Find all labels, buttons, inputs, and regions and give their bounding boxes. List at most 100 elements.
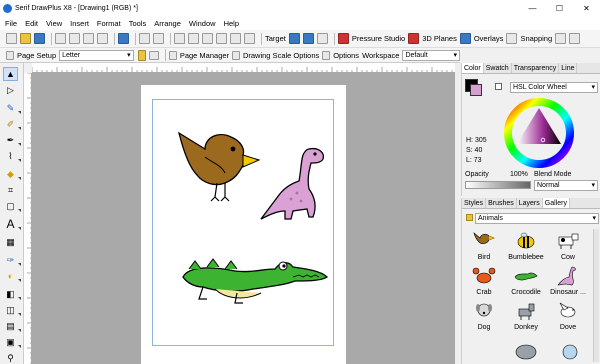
tab-gallery[interactable]: Gallery [542, 198, 570, 208]
snapping-icon[interactable] [506, 33, 518, 44]
open-folder-icon[interactable] [20, 33, 31, 44]
options-icon[interactable] [322, 50, 331, 60]
page-manager-icon[interactable] [168, 50, 177, 60]
shadow-tool-icon[interactable]: ▣ [3, 335, 21, 349]
vertical-ruler[interactable] [24, 73, 32, 364]
gallery-item-dove[interactable]: Dove [548, 301, 588, 331]
align-icon[interactable] [174, 33, 185, 44]
order-icon[interactable] [244, 33, 255, 44]
gallery-item-partial[interactable] [512, 338, 540, 362]
node-tool-icon[interactable]: ▷ [3, 83, 18, 97]
paste-icon[interactable] [83, 33, 94, 44]
tab-transparency[interactable]: Transparency [512, 63, 560, 73]
gallery-item-dog[interactable]: Dog [464, 301, 504, 331]
opacity-slider[interactable] [465, 181, 531, 189]
3d-planes-button[interactable]: 3D Planes [422, 34, 457, 43]
document-page[interactable] [141, 85, 346, 364]
pointer-tool-icon[interactable]: ▲ [3, 67, 18, 81]
close-button[interactable]: ✕ [573, 0, 600, 16]
target-option-icon[interactable] [316, 33, 328, 44]
gallery-item-crab[interactable]: Crab [464, 266, 504, 296]
menu-edit[interactable]: Edit [25, 19, 38, 28]
brush-tool-icon[interactable]: ✐ [3, 117, 21, 131]
tab-brushes[interactable]: Brushes [486, 198, 517, 208]
dinosaur-drawing[interactable] [257, 145, 329, 233]
page-setup-button[interactable]: Page Setup [17, 51, 56, 60]
drawing-scale-icon[interactable] [232, 50, 240, 60]
menu-help[interactable]: Help [224, 19, 239, 28]
menu-arrange[interactable]: Arrange [154, 19, 181, 28]
color-picker-tool-icon[interactable]: ✑ [3, 253, 21, 267]
gallery-item-cow[interactable]: Cow [548, 231, 588, 261]
undo-icon[interactable] [139, 33, 150, 44]
maximize-button[interactable]: ☐ [546, 0, 573, 16]
workspace-select[interactable]: Default [402, 49, 460, 61]
overlays-button[interactable]: Overlays [474, 34, 504, 43]
gallery-category-select[interactable]: Animals [475, 213, 599, 224]
drawing-canvas[interactable] [32, 73, 455, 364]
zoom-tool-icon[interactable]: ⚲ [3, 351, 18, 364]
fill-color-swatch[interactable] [470, 84, 482, 96]
arrange-icon[interactable] [216, 33, 227, 44]
transparency-tool-icon[interactable]: ◧ [3, 287, 21, 301]
tab-color[interactable]: Color [462, 63, 484, 73]
target-shape-icon[interactable] [302, 33, 314, 44]
menu-format[interactable]: Format [97, 19, 121, 28]
snapping-button[interactable]: Snapping [520, 34, 552, 43]
cut-icon[interactable] [55, 33, 66, 44]
new-document-icon[interactable] [6, 33, 17, 44]
text-tool-icon[interactable]: A [3, 217, 21, 231]
group-icon[interactable] [230, 33, 241, 44]
tab-line[interactable]: Line [559, 63, 578, 73]
gallery-scrollbar[interactable] [593, 229, 599, 362]
pen-tool-icon[interactable]: ✒ [3, 133, 21, 147]
portrait-icon[interactable] [137, 49, 146, 61]
crop-tool-icon[interactable]: ⌗ [3, 183, 18, 197]
envelope-tool-icon[interactable]: ◫ [3, 303, 21, 317]
fill-bucket-tool-icon[interactable]: ◐ [3, 269, 21, 283]
hsl-color-wheel[interactable] [504, 98, 574, 168]
print-icon[interactable] [555, 33, 567, 44]
flip-icon[interactable] [202, 33, 213, 44]
copy-icon[interactable] [69, 33, 80, 44]
reset-color-icon[interactable] [495, 83, 502, 90]
format-painter-icon[interactable] [97, 33, 108, 44]
blend-tool-icon[interactable]: ▤ [3, 319, 21, 333]
gallery-item-bird[interactable]: Bird [464, 231, 504, 261]
page-size-select[interactable]: Letter [59, 49, 134, 61]
horizontal-ruler[interactable] [32, 63, 455, 73]
tab-layers[interactable]: Layers [517, 198, 543, 208]
gallery-item-dinosaur[interactable]: Dinosaur ... [548, 266, 588, 296]
rotate-icon[interactable] [188, 33, 199, 44]
pencil-tool-icon[interactable]: ✎ [3, 101, 21, 115]
overlays-icon[interactable] [459, 33, 471, 44]
toolbar-options-icon[interactable] [569, 33, 581, 44]
save-icon[interactable] [34, 33, 45, 44]
table-tool-icon[interactable]: ▦ [3, 235, 18, 249]
gallery-item-crocodile[interactable]: Crocodile [506, 266, 546, 296]
crocodile-drawing[interactable] [175, 247, 335, 309]
color-mode-select[interactable]: HSL Color Wheel [510, 82, 598, 93]
page-setup-icon[interactable] [6, 50, 14, 60]
3d-planes-icon[interactable] [408, 33, 420, 44]
menu-file[interactable]: File [5, 19, 17, 28]
gallery-item-bumblebee[interactable]: Bumblebee [506, 231, 546, 261]
menu-tools[interactable]: Tools [129, 19, 147, 28]
options-button[interactable]: Options [333, 51, 359, 60]
gallery-item-donkey[interactable]: Donkey [506, 301, 546, 331]
menu-insert[interactable]: Insert [70, 19, 89, 28]
blend-mode-select[interactable]: Normal [534, 180, 598, 191]
minimize-button[interactable]: — [519, 0, 546, 16]
target-label[interactable]: Target [265, 34, 286, 43]
redo-icon[interactable] [153, 33, 164, 44]
fill-tool-icon[interactable]: ◆ [3, 167, 21, 181]
drawing-scale-options-button[interactable]: Drawing Scale Options [243, 51, 319, 60]
connector-tool-icon[interactable]: ⌇ [3, 149, 21, 163]
menu-window[interactable]: Window [189, 19, 216, 28]
tab-swatch[interactable]: Swatch [484, 63, 512, 73]
menu-view[interactable]: View [46, 19, 62, 28]
target-icon[interactable] [288, 33, 300, 44]
landscape-icon[interactable] [148, 50, 160, 60]
pressure-studio-icon[interactable] [337, 33, 349, 44]
tab-styles[interactable]: Styles [462, 198, 487, 208]
